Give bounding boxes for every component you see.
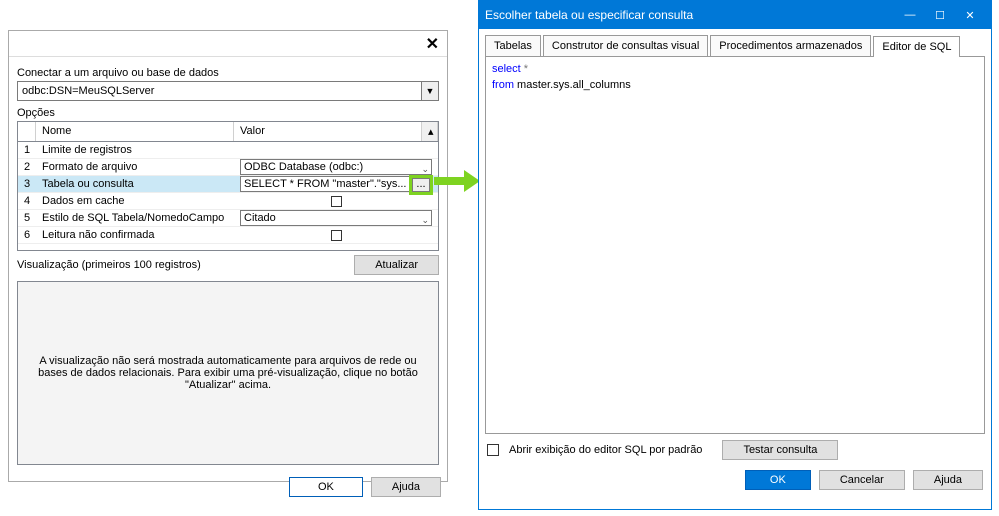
titlebar: ✕ xyxy=(9,31,447,57)
update-button[interactable]: Atualizar xyxy=(354,255,439,275)
ok-button[interactable]: OK xyxy=(289,477,363,497)
col-header-value: Valor xyxy=(234,122,422,141)
dsn-combo[interactable]: ▼ xyxy=(17,81,439,101)
chevron-down-icon[interactable]: ▼ xyxy=(421,81,439,101)
sql-style-dropdown: Citado⌄ xyxy=(240,210,432,226)
scroll-up-icon[interactable]: ▴ xyxy=(422,122,438,141)
sql-editor[interactable]: select * from master.sys.all_columns xyxy=(485,56,985,434)
options-label: Opções xyxy=(17,107,439,119)
test-query-button[interactable]: Testar consulta xyxy=(722,440,838,460)
choose-table-dialog: Escolher tabela ou especificar consulta … xyxy=(478,0,992,510)
col-header-name: Nome xyxy=(36,122,234,141)
file-format-dropdown: ODBC Database (odbc:)⌄ xyxy=(240,159,432,175)
grid-row[interactable]: 6 Leitura não confirmada xyxy=(18,227,438,244)
dsn-input[interactable] xyxy=(17,81,421,101)
grid-row[interactable]: 5 Estilo de SQL Tabela/NomedoCampo Citad… xyxy=(18,210,438,227)
query-field: SELECT * FROM "master"."sys...... xyxy=(240,176,432,192)
arrow-icon xyxy=(434,170,480,192)
grid-row-selected[interactable]: 3 Tabela ou consulta SELECT * FROM "mast… xyxy=(18,176,438,193)
close-icon[interactable]: ✕ xyxy=(955,9,985,22)
preview-panel: A visualização não será mostrada automat… xyxy=(17,281,439,465)
close-icon[interactable]: ✕ xyxy=(426,34,439,54)
open-sql-editor-checkbox[interactable] xyxy=(487,444,499,456)
connect-label: Conectar a um arquivo ou base de dados xyxy=(17,67,439,79)
grid-row[interactable]: 1 Limite de registros xyxy=(18,142,438,159)
chevron-down-icon[interactable]: ⌄ xyxy=(421,162,429,176)
window-title: Escolher tabela ou especificar consulta xyxy=(485,8,895,22)
input-connection-dialog: ✕ Conectar a um arquivo ou base de dados… xyxy=(8,30,448,482)
help-button[interactable]: Ajuda xyxy=(371,477,441,497)
tab-sql-editor[interactable]: Editor de SQL xyxy=(873,36,960,57)
maximize-icon[interactable]: ☐ xyxy=(925,9,955,22)
tab-stored-procs[interactable]: Procedimentos armazenados xyxy=(710,35,871,56)
titlebar: Escolher tabela ou especificar consulta … xyxy=(479,1,991,29)
grid-row[interactable]: 4 Dados em cache xyxy=(18,193,438,210)
ellipsis-button[interactable]: ... xyxy=(412,178,430,192)
uncommitted-read-checkbox xyxy=(331,230,342,241)
preview-message: A visualização não será mostrada automat… xyxy=(38,355,418,391)
minimize-icon[interactable]: — xyxy=(895,9,925,21)
open-sql-editor-label: Abrir exibição do editor SQL por padrão xyxy=(509,444,702,456)
chevron-down-icon[interactable]: ⌄ xyxy=(421,213,429,227)
tab-tables[interactable]: Tabelas xyxy=(485,35,541,56)
help-button[interactable]: Ajuda xyxy=(913,470,983,490)
tab-visual-query[interactable]: Construtor de consultas visual xyxy=(543,35,708,56)
grid-row[interactable]: 2 Formato de arquivo ODBC Database (odbc… xyxy=(18,159,438,176)
tab-bar: Tabelas Construtor de consultas visual P… xyxy=(485,35,985,56)
preview-label: Visualização (primeiros 100 registros) xyxy=(17,259,354,271)
options-grid: Nome Valor ▴ 1 Limite de registros 2 For… xyxy=(17,121,439,251)
ok-button[interactable]: OK xyxy=(745,470,811,490)
cache-checkbox xyxy=(331,196,342,207)
cancel-button[interactable]: Cancelar xyxy=(819,470,905,490)
